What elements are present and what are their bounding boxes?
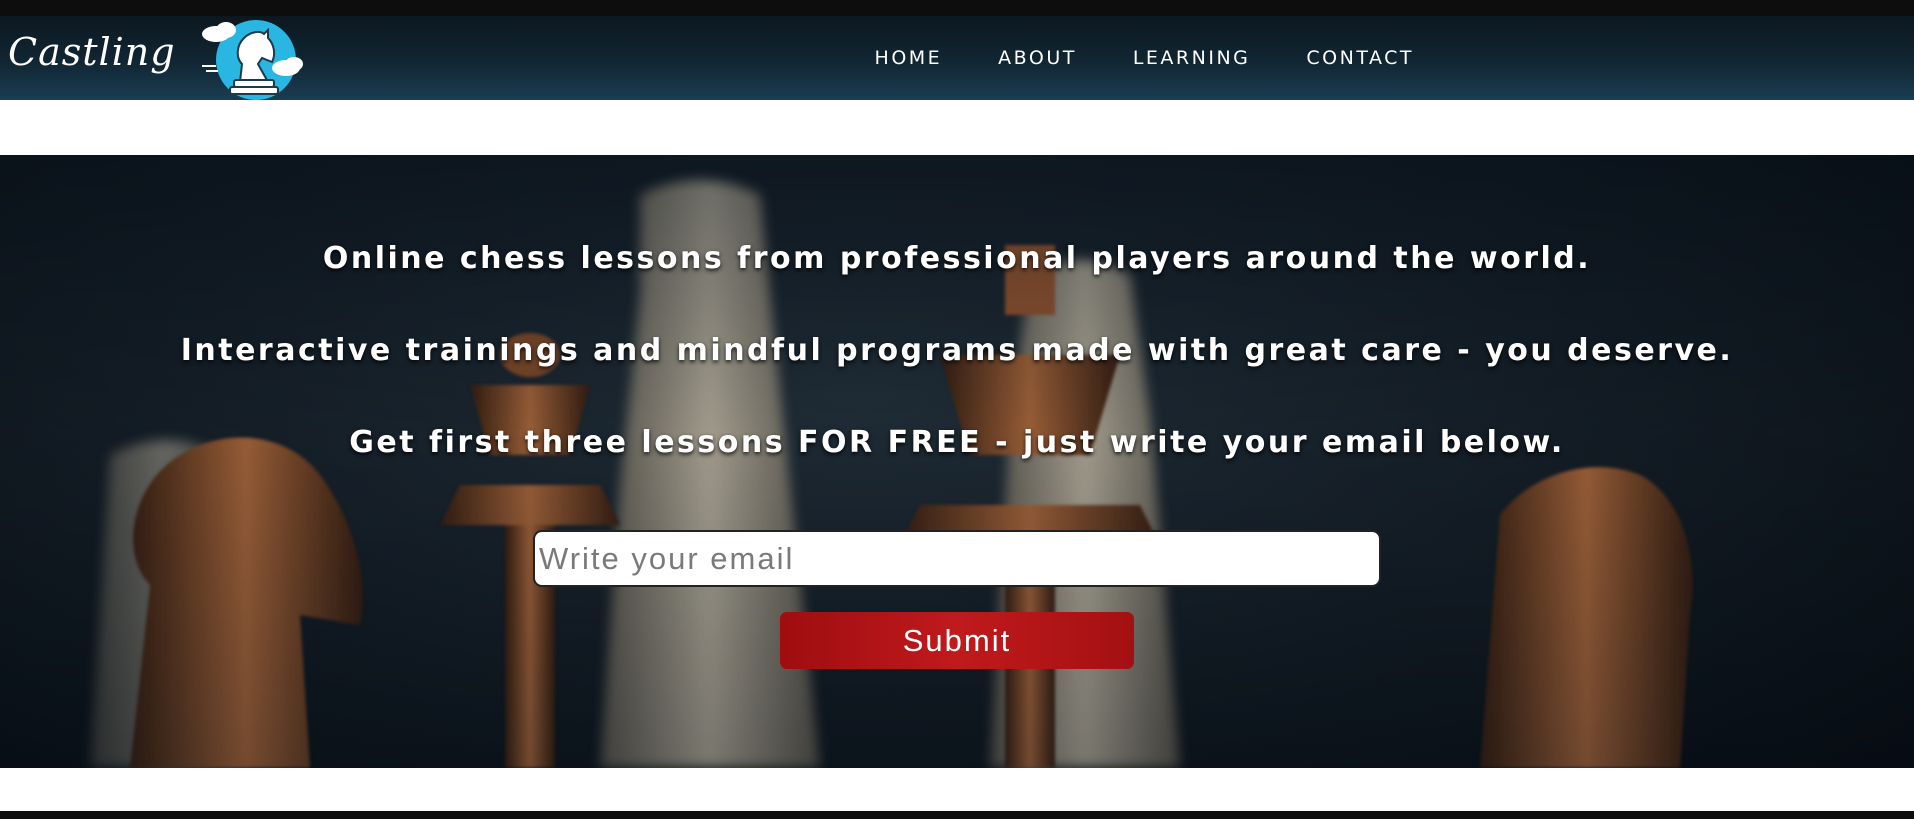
brand-name: Castling <box>8 30 176 74</box>
footer-strip <box>0 811 1914 819</box>
hero-tagline-3: Get first three lessons FOR FREE - just … <box>349 425 1565 460</box>
hero-section: Online chess lessons from professional p… <box>0 155 1914 768</box>
cloud-knight-icon <box>202 20 303 100</box>
submit-button[interactable]: Submit <box>780 612 1134 669</box>
top-strip <box>0 0 1914 16</box>
nav-contact[interactable]: CONTACT <box>1306 47 1414 69</box>
main-nav: HOME ABOUT LEARNING CONTACT <box>819 16 1414 100</box>
nav-about[interactable]: ABOUT <box>998 47 1077 69</box>
nav-home[interactable]: HOME <box>875 47 943 69</box>
nav-learning[interactable]: LEARNING <box>1133 47 1251 69</box>
brand-logo[interactable]: Castling <box>8 16 308 100</box>
email-input[interactable] <box>533 530 1381 587</box>
hero-tagline-2: Interactive trainings and mindful progra… <box>180 333 1734 368</box>
hero-tagline-1: Online chess lessons from professional p… <box>322 241 1592 276</box>
